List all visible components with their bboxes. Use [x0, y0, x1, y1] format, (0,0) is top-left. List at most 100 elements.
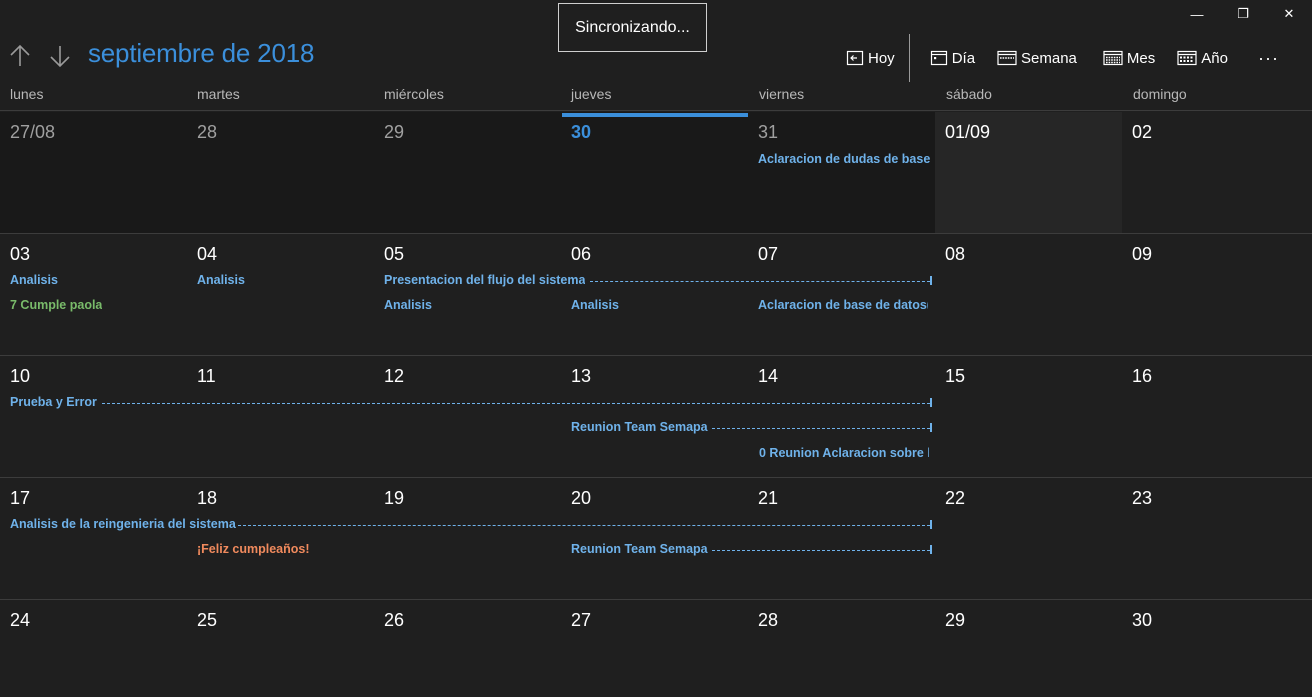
- event-span-end: [930, 545, 932, 554]
- day-number: 06: [571, 244, 592, 264]
- day-number: 18: [197, 488, 218, 508]
- event-item[interactable]: 0 Reunion Aclaracion sobre l: [759, 444, 929, 462]
- event-item[interactable]: Aclaracion de base de datos(: [758, 296, 928, 314]
- day-cell[interactable]: 24: [0, 600, 187, 697]
- weekday-label: martes: [197, 86, 240, 102]
- maximize-button[interactable]: ❐: [1220, 0, 1266, 28]
- day-number: 22: [945, 488, 966, 508]
- day-cell[interactable]: 12: [374, 356, 561, 477]
- weekday-header: lunes martes miércoles jueves viernes sá…: [0, 80, 1312, 111]
- event-span[interactable]: Prueba y Error: [10, 393, 97, 411]
- day-cell[interactable]: 01/09: [935, 112, 1122, 233]
- page-title: septiembre de 2018: [88, 38, 315, 68]
- calendar-header: septiembre de 2018 Hoy Día Semana Mes Añ…: [0, 30, 1312, 82]
- day-cell[interactable]: 10: [0, 356, 187, 477]
- day-view-label: Día: [951, 49, 976, 67]
- restore-icon: ❐: [1237, 6, 1249, 21]
- day-number: 29: [945, 610, 966, 630]
- weekday-label: sábado: [946, 86, 992, 102]
- day-cell[interactable]: 25: [187, 600, 374, 697]
- month-view-button[interactable]: Mes: [1103, 44, 1155, 72]
- day-view-icon: [930, 50, 947, 66]
- arrow-down-icon: [50, 46, 70, 68]
- day-view-button[interactable]: Día: [930, 44, 975, 72]
- day-cell[interactable]: 30: [1122, 600, 1312, 697]
- week-view-button[interactable]: Semana: [997, 44, 1077, 72]
- day-number: 15: [945, 366, 966, 386]
- day-cell[interactable]: 04: [187, 234, 374, 355]
- year-view-button[interactable]: Año: [1177, 44, 1228, 72]
- day-cell[interactable]: 02: [1122, 112, 1312, 233]
- year-view-label: Año: [1201, 49, 1228, 67]
- day-cell[interactable]: 18: [187, 478, 374, 599]
- event-span[interactable]: Reunion Team Semapa: [571, 418, 708, 436]
- event-item[interactable]: Analisis: [10, 271, 58, 289]
- day-number: 01/09: [945, 122, 991, 142]
- day-cell[interactable]: 11: [187, 356, 374, 477]
- window-controls: — ❐ ✕: [1174, 0, 1312, 28]
- event-span-end: [930, 520, 932, 529]
- event-span[interactable]: Presentacion del flujo del sistema: [384, 271, 585, 289]
- day-cell[interactable]: 31: [748, 112, 935, 233]
- event-span[interactable]: Reunion Team Semapa: [571, 540, 708, 558]
- day-cell[interactable]: 19: [374, 478, 561, 599]
- day-cell[interactable]: 16: [1122, 356, 1312, 477]
- minimize-button[interactable]: —: [1174, 0, 1220, 28]
- day-number: 14: [758, 366, 779, 386]
- event-item[interactable]: 7 Cumple paola: [10, 296, 102, 314]
- day-cell[interactable]: 22: [935, 478, 1122, 599]
- view-toolbar: Hoy Día Semana Mes Año ···: [846, 34, 1279, 82]
- next-month-button[interactable]: [48, 42, 72, 70]
- event-item[interactable]: Analisis: [384, 296, 432, 314]
- day-cell[interactable]: 06: [561, 234, 748, 355]
- weekday-label: domingo: [1133, 86, 1187, 102]
- day-cell[interactable]: 17: [0, 478, 187, 599]
- day-number: 12: [384, 366, 405, 386]
- more-icon: ···: [1257, 47, 1279, 68]
- day-cell[interactable]: 03: [0, 234, 187, 355]
- week-row: 24 25 26 27 28 29 30: [0, 600, 1312, 697]
- day-cell[interactable]: 20: [561, 478, 748, 599]
- day-number: 10: [10, 366, 31, 386]
- more-options-button[interactable]: ···: [1258, 44, 1279, 72]
- day-number: 29: [384, 122, 405, 142]
- event-item[interactable]: Aclaracion de dudas de base: [758, 150, 930, 168]
- day-number: 20: [571, 488, 592, 508]
- event-item[interactable]: ¡Feliz cumpleaños!: [197, 540, 310, 558]
- day-cell[interactable]: 28: [187, 112, 374, 233]
- minimize-icon: —: [1190, 6, 1204, 22]
- day-cell[interactable]: 29: [935, 600, 1122, 697]
- day-number: 16: [1132, 366, 1153, 386]
- day-number: 21: [758, 488, 779, 508]
- previous-month-button[interactable]: [8, 42, 32, 70]
- close-button[interactable]: ✕: [1266, 0, 1312, 28]
- day-cell[interactable]: 27: [561, 600, 748, 697]
- event-item[interactable]: Analisis: [571, 296, 619, 314]
- today-label: Hoy: [868, 49, 895, 67]
- day-cell[interactable]: 15: [935, 356, 1122, 477]
- day-cell[interactable]: 05: [374, 234, 561, 355]
- day-number: 02: [1132, 122, 1153, 142]
- day-number: 08: [945, 244, 966, 264]
- event-item[interactable]: Analisis: [197, 271, 245, 289]
- day-cell[interactable]: 13: [561, 356, 748, 477]
- day-cell[interactable]: 08: [935, 234, 1122, 355]
- day-cell[interactable]: 09: [1122, 234, 1312, 355]
- day-cell[interactable]: 21: [748, 478, 935, 599]
- day-cell[interactable]: 28: [748, 600, 935, 697]
- today-indicator: [562, 113, 748, 117]
- day-cell[interactable]: 07: [748, 234, 935, 355]
- day-cell-today[interactable]: 30: [561, 112, 748, 233]
- day-cell[interactable]: 29: [374, 112, 561, 233]
- day-cell[interactable]: 26: [374, 600, 561, 697]
- day-cell[interactable]: 23: [1122, 478, 1312, 599]
- day-cell[interactable]: 27/08: [0, 112, 187, 233]
- toolbar-divider: [908, 34, 910, 82]
- day-number: 31: [758, 122, 779, 142]
- event-span[interactable]: Analisis de la reingenieria del sistema: [10, 515, 236, 533]
- today-button[interactable]: Hoy: [846, 44, 895, 72]
- arrow-up-icon: [10, 44, 30, 66]
- week-row: 17 18 19 20 21 22 23 Analisis de la rein…: [0, 478, 1312, 600]
- event-span-line: [590, 281, 930, 282]
- year-view-icon: [1177, 50, 1197, 66]
